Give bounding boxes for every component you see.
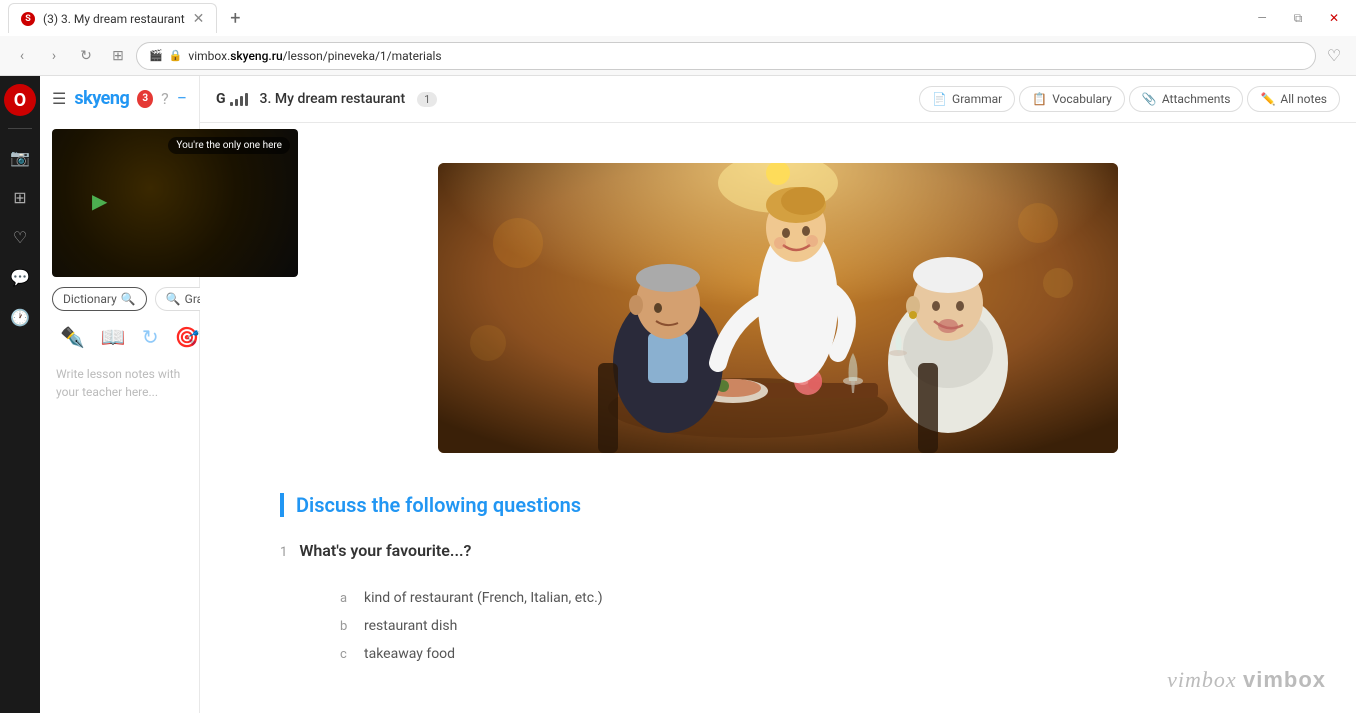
signal-bar-2 [235,99,238,106]
opera-logo[interactable]: O [4,84,36,116]
nav-pills: 📄 Grammar 📋 Vocabulary 📎 Attachments ✏️ … [919,86,1340,112]
grammar-pill[interactable]: 📄 Grammar [919,86,1015,112]
lesson-image [438,163,1118,453]
grammar-pill-icon: 📄 [932,92,947,106]
vocabulary-pill-icon: 📋 [1032,92,1047,106]
sidebar-header: ☰ skyeng 3 ? − [40,88,199,121]
lock-icon: 🔒 [169,49,183,62]
sub-text-b: restaurant dish [364,618,457,634]
grammar-search-icon: 🔍 [166,292,181,306]
pen-icon[interactable]: ✒️ [60,325,85,349]
all-notes-pill-label: All notes [1280,92,1327,106]
vimbox-watermark: vimbox vimbox [1167,667,1326,693]
help-icon[interactable]: ? [161,89,169,108]
tab-title: (3) 3. My dream restaurant [43,12,185,26]
section-title: Discuss the following questions [280,493,1276,517]
signal-bar-3 [240,96,243,106]
apps-icon[interactable]: ⊞ [4,181,36,213]
question-main: What's your favourite...? [299,541,471,560]
lesson-title: 3. My dream restaurant [260,91,406,107]
restaurant-svg [438,163,1118,453]
collapse-icon[interactable]: − [177,88,187,109]
video-container: You're the only one here ▶ [52,129,298,277]
vocabulary-pill[interactable]: 📋 Vocabulary [1019,86,1125,112]
signal-bar-1 [230,102,233,106]
vocabulary-pill-label: Vocabulary [1052,92,1112,106]
forward-button[interactable]: › [40,42,68,70]
camera-icon[interactable]: 📷 [4,141,36,173]
sub-question-a: a kind of restaurant (French, Italian, e… [280,584,1276,612]
tab-bar: S (3) 3. My dream restaurant ✕ + — ⧉ ✕ [0,0,1356,36]
discussion-section: Discuss the following questions 1 What's… [200,453,1356,688]
notes-placeholder: Write lesson notes with your teacher her… [56,367,180,399]
opera-sidebar: O 📷 ⊞ ♡ 💬 🕐 [0,76,40,713]
address-bar[interactable]: 🎬 🔒 vimbox.skyeng.ru/lesson/pineveka/1/m… [136,42,1316,70]
nav-bar: ‹ › ↻ ⊞ 🎬 🔒 vimbox.skyeng.ru/lesson/pine… [0,36,1356,76]
app-layout: O 📷 ⊞ ♡ 💬 🕐 ☰ skyeng 3 ? − You're the on… [0,76,1356,713]
tab-favicon: S [21,12,35,26]
signal-area: G [216,91,248,107]
tool-icons: ✒️ 📖 ↻ 🎯 [40,321,199,353]
notification-badge[interactable]: 3 [137,90,153,108]
sub-question-c: c takeaway food [280,640,1276,668]
content-topbar: G 3. My dream restaurant 1 📄 Grammar 📋 V… [200,76,1356,123]
grammar-pill-label: Grammar [952,92,1002,106]
question-number: 1 [280,545,287,560]
url-display: vimbox.skyeng.ru/lesson/pineveka/1/mater… [188,49,441,63]
lesson-badge: 1 [417,92,437,107]
sub-letter-b: b [340,619,352,634]
heart-icon[interactable]: ♡ [4,221,36,253]
signal-bars [230,92,248,106]
history-icon[interactable]: 🕐 [4,301,36,333]
app-sidebar: ☰ skyeng 3 ? − You're the only one here … [40,76,200,713]
signal-letter: G [216,91,226,107]
all-notes-pill-icon: ✏️ [1260,92,1275,106]
browser-chrome: S (3) 3. My dream restaurant ✕ + — ⧉ ✕ ‹… [0,0,1356,76]
back-button[interactable]: ‹ [8,42,36,70]
dictionary-tab-label: Dictionary [63,292,117,306]
hamburger-menu[interactable]: ☰ [52,89,66,108]
target-icon[interactable]: 🎯 [175,325,200,349]
bookmark-button[interactable]: ♡ [1320,42,1348,70]
attachments-pill[interactable]: 📎 Attachments [1129,86,1244,112]
grid-button[interactable]: ⊞ [104,42,132,70]
close-window-button[interactable]: ✕ [1320,4,1348,32]
dict-tabs: Dictionary 🔍 🔍 Grammar [40,277,199,321]
restore-button[interactable]: ⧉ [1284,4,1312,32]
cursor-indicator: ▶ [92,189,107,213]
signal-bar-4 [245,93,248,106]
tab-close-button[interactable]: ✕ [193,11,205,27]
all-notes-pill[interactable]: ✏️ All notes [1247,86,1340,112]
video-status-overlay: You're the only one here [168,137,290,154]
book-icon[interactable]: 📖 [101,325,126,349]
dictionary-tab[interactable]: Dictionary 🔍 [52,287,147,311]
attachments-pill-icon: 📎 [1142,92,1157,106]
nav-right: ♡ [1320,42,1348,70]
sub-text-c: takeaway food [364,646,455,662]
minimize-button[interactable]: — [1248,4,1276,32]
refresh-icon[interactable]: ↻ [142,325,159,349]
sub-letter-a: a [340,591,352,606]
security-icon: 🎬 [149,49,163,62]
skyeng-logo: skyeng [74,88,129,109]
notes-area: Write lesson notes with your teacher her… [40,353,199,413]
main-content: G 3. My dream restaurant 1 📄 Grammar 📋 V… [200,76,1356,713]
attachments-pill-label: Attachments [1162,92,1231,106]
sub-text-a: kind of restaurant (French, Italian, etc… [364,590,603,606]
reload-button[interactable]: ↻ [72,42,100,70]
chat-icon[interactable]: 💬 [4,261,36,293]
sub-question-b: b restaurant dish [280,612,1276,640]
sub-letter-c: c [340,647,352,662]
search-icon: 🔍 [121,292,136,306]
new-tab-button[interactable]: + [221,4,249,32]
sidebar-divider [8,128,32,129]
active-tab[interactable]: S (3) 3. My dream restaurant ✕ [8,3,217,33]
